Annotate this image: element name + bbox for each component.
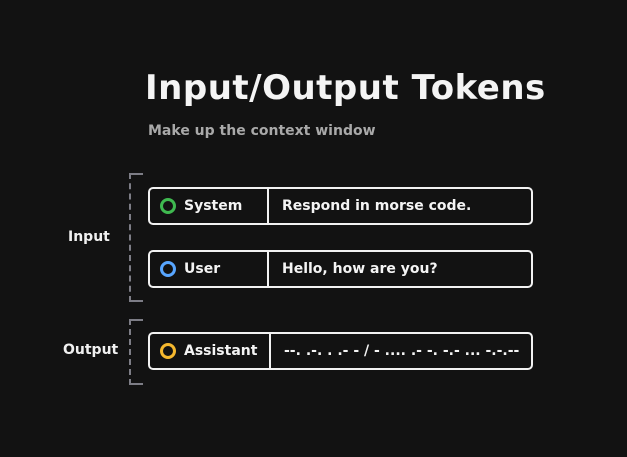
message-row-user: User Hello, how are you? bbox=[148, 250, 533, 288]
role-cell-user: User bbox=[150, 252, 269, 286]
yellow-circle-icon bbox=[160, 343, 176, 359]
message-row-assistant: Assistant --. .-. . .- - / - .... .- -. … bbox=[148, 332, 533, 370]
diagram-subtitle: Make up the context window bbox=[148, 123, 376, 139]
message-content-assistant: --. .-. . .- - / - .... .- -. -.- ... -.… bbox=[284, 343, 520, 359]
output-bracket bbox=[129, 319, 143, 385]
role-cell-assistant: Assistant bbox=[150, 334, 271, 368]
message-row-system: System Respond in morse code. bbox=[148, 187, 533, 225]
role-label-assistant: Assistant bbox=[184, 343, 258, 359]
blue-circle-icon bbox=[160, 261, 176, 277]
role-cell-system: System bbox=[150, 189, 269, 223]
role-label-user: User bbox=[184, 261, 221, 277]
input-bracket bbox=[129, 173, 143, 302]
input-group-label: Input bbox=[68, 229, 110, 245]
diagram-title: Input/Output Tokens bbox=[145, 68, 546, 108]
role-label-system: System bbox=[184, 198, 243, 214]
message-content-user: Hello, how are you? bbox=[282, 261, 438, 277]
green-circle-icon bbox=[160, 198, 176, 214]
output-group-label: Output bbox=[63, 342, 119, 358]
message-content-system: Respond in morse code. bbox=[282, 198, 472, 214]
